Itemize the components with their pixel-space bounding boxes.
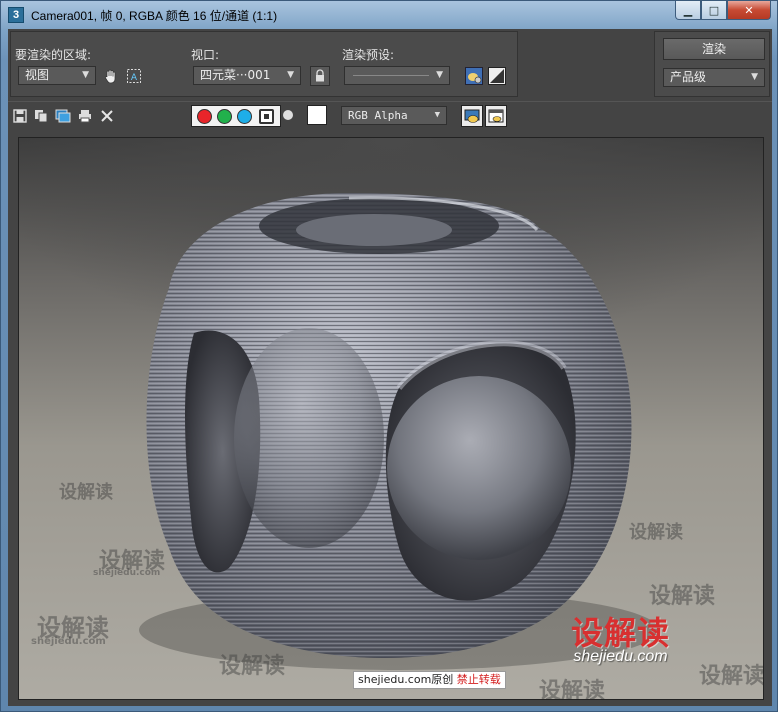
channel-display-value: RGB Alpha — [348, 109, 408, 122]
toggle-ui-icon[interactable] — [485, 105, 507, 127]
render-quality-dropdown[interactable]: 产品级 ▼ — [663, 68, 765, 87]
save-image-icon[interactable] — [11, 107, 29, 125]
watermark-tile: 设解读 — [219, 654, 286, 679]
preset-empty-line — [353, 75, 429, 76]
sphere-top-glimpse — [296, 214, 452, 246]
monochrome-inner-square — [264, 114, 269, 119]
monochrome-toggle[interactable] — [259, 109, 274, 124]
render-control-panel: 渲染 产品级 ▼ — [654, 31, 770, 97]
render-quality-value: 产品级 — [670, 70, 707, 84]
inner-sphere-left — [234, 328, 384, 548]
site-logo-watermark: 设解读 shejiedu.com — [571, 608, 670, 666]
render-button[interactable]: 渲染 — [663, 38, 765, 60]
watermark-tile: 设解读 — [629, 522, 683, 543]
area-to-render-label: 要渲染的区域: — [15, 48, 92, 62]
chevron-down-icon: ▼ — [82, 70, 89, 80]
watermark-tile: 设解读 — [59, 482, 113, 503]
blue-channel-toggle[interactable] — [237, 109, 252, 124]
watermark-tile-url: shejiedu.com — [31, 636, 106, 647]
area-to-render-value: 视图 — [25, 68, 50, 82]
color-swatch[interactable] — [307, 105, 327, 125]
maximize-button[interactable]: □ — [701, 1, 727, 20]
chevron-down-icon: ▼ — [287, 70, 294, 80]
copyright-notice: shejiedu.com原创 禁止转载 — [353, 671, 506, 689]
clear-image-icon[interactable] — [98, 107, 116, 125]
print-image-icon[interactable] — [76, 107, 94, 125]
copyright-site: shejiedu.com原创 — [358, 673, 454, 686]
site-logo-url: shejiedu.com — [573, 648, 668, 665]
title-bar[interactable]: 3 Camera001, 帧 0, RGBA 颜色 16 位/通道 (1:1) … — [1, 1, 777, 29]
area-to-render-dropdown[interactable]: 视图 ▼ — [18, 66, 96, 85]
watermark-tile: 设解读 — [649, 584, 716, 609]
close-button[interactable]: ✕ — [727, 1, 771, 20]
lock-icon[interactable] — [310, 66, 330, 86]
channel-toggle-group — [191, 105, 281, 127]
render-options-panel: 要渲染的区域: 视图 ▼ A 视口: 四元菜···001 ▼ 渲染预设: ▼ — [10, 31, 518, 97]
viewport-value: 四元菜···001 — [200, 68, 271, 82]
display-alpha-toggle[interactable] — [283, 110, 293, 120]
watermark-tile-url: shejiedu.com — [93, 568, 161, 578]
svg-text:A: A — [131, 73, 138, 83]
green-channel-toggle[interactable] — [217, 109, 232, 124]
chevron-down-icon: ▼ — [751, 72, 758, 82]
clone-frame-window-icon[interactable] — [54, 107, 72, 125]
environment-effects-icon[interactable] — [487, 66, 507, 86]
channel-display-dropdown[interactable]: RGB Alpha ▼ — [341, 106, 447, 125]
window-title: Camera001, 帧 0, RGBA 颜色 16 位/通道 (1:1) — [31, 9, 278, 23]
pan-hand-icon[interactable] — [101, 66, 121, 86]
watermark-tile: 设解读 — [699, 664, 764, 689]
3dsmax-app-icon[interactable]: 3 — [8, 7, 24, 23]
auto-region-select-icon[interactable]: A — [124, 66, 144, 86]
rendered-image-viewport[interactable]: 设解读 shejiedu.com 设解读 shejiedu.com 设解读 设解… — [18, 137, 764, 700]
copy-image-icon[interactable] — [32, 107, 50, 125]
inner-sphere — [387, 376, 571, 560]
render-setup-teapot-icon[interactable] — [464, 66, 484, 86]
toggle-ui-overlay-icon[interactable] — [461, 105, 483, 127]
render-preset-label: 渲染预设: — [342, 48, 395, 62]
render-frame-window: 3 Camera001, 帧 0, RGBA 颜色 16 位/通道 (1:1) … — [0, 0, 778, 712]
watermark-tile: 设解读 — [539, 679, 606, 700]
viewport-label: 视口: — [191, 48, 220, 62]
viewport-dropdown[interactable]: 四元菜···001 ▼ — [193, 66, 301, 85]
frame-toolbar: RGB Alpha ▼ — [8, 101, 772, 129]
chevron-down-icon: ▼ — [434, 110, 440, 120]
render-preset-dropdown[interactable]: ▼ — [344, 66, 450, 85]
red-channel-toggle[interactable] — [197, 109, 212, 124]
copyright-warning: 禁止转载 — [456, 673, 501, 686]
minimize-button[interactable]: ▁ — [675, 1, 701, 20]
chevron-down-icon: ▼ — [436, 70, 443, 80]
client-area: 要渲染的区域: 视图 ▼ A 视口: 四元菜···001 ▼ 渲染预设: ▼ 渲… — [8, 29, 772, 706]
